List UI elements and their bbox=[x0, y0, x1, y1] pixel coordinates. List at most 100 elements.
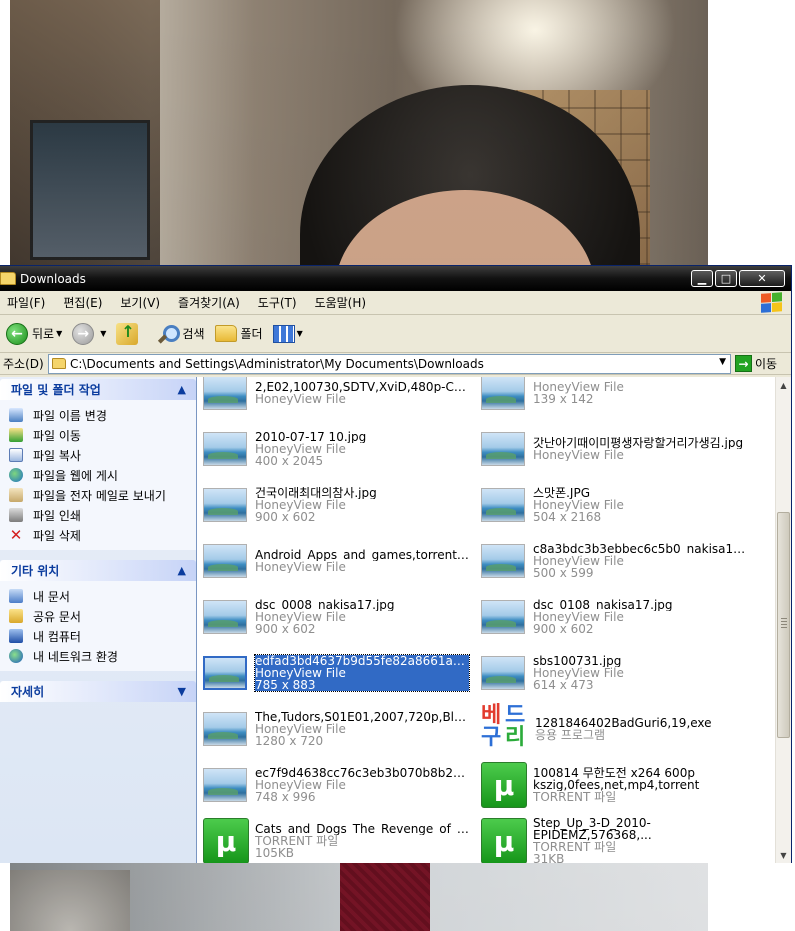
chevron-down-icon[interactable]: ▼ bbox=[178, 685, 186, 698]
file-item[interactable]: dsc_0008_nakisa17.jpg HoneyView File 900 x… bbox=[197, 589, 475, 645]
folders-icon bbox=[214, 325, 237, 342]
address-input[interactable]: C:\Documents and Settings\Administrator\… bbox=[48, 353, 731, 374]
task-publish-web[interactable]: 파일을 웹에 게시 bbox=[9, 465, 196, 485]
file-list: 2,E02,100730,SDTV,XviD,480p-Chad,... Hone… bbox=[197, 377, 775, 863]
search-label: 검색 bbox=[182, 327, 205, 341]
file-item[interactable]: The,Tudors,S01E01,2007,720p,BluRa,... Hon… bbox=[197, 701, 475, 757]
menu-view[interactable]: 보기(V) bbox=[120, 294, 160, 311]
file-text: Cats_and_Dogs_The_Revenge_of_Ki,... TORRE… bbox=[255, 823, 469, 859]
file-item[interactable]: 베 드 구 리 1281846402BadGuri6,19,exe 응용 프로그램 bbox=[475, 701, 753, 757]
chevron-down-icon[interactable]: ▼ bbox=[56, 329, 62, 338]
file-item[interactable]: Android_Apps_and_games,torrent.jpg HoneyV… bbox=[197, 533, 475, 589]
back-label: 뒤로 bbox=[32, 327, 55, 341]
close-button[interactable]: ✕ bbox=[739, 270, 785, 287]
utorrent-icon: µ bbox=[481, 818, 527, 863]
computer-icon bbox=[9, 629, 23, 643]
file-row: 건국이래최대의참사.jpg HoneyView File 900 x 602 스맛폰.… bbox=[197, 477, 775, 533]
window-title: Downloads bbox=[20, 271, 86, 286]
file-item[interactable]: 갓난아기때이미평생자랑할거리가생김.jpg HoneyView File bbox=[475, 421, 753, 477]
place-my-documents[interactable]: 내 문서 bbox=[9, 586, 196, 606]
file-size: 900 x 602 bbox=[533, 622, 594, 635]
up-button[interactable] bbox=[116, 322, 146, 345]
image-thumbnail-icon bbox=[481, 488, 525, 522]
place-shared-documents[interactable]: 공유 문서 bbox=[9, 606, 196, 626]
file-text: dsc_0008_nakisa17.jpg HoneyView File 900 x… bbox=[255, 599, 469, 635]
file-type: TORRENT 파일 bbox=[533, 840, 617, 854]
views-icon bbox=[272, 324, 295, 343]
image-thumbnail-icon bbox=[203, 768, 247, 802]
minimize-button[interactable]: ▁ bbox=[691, 270, 713, 287]
file-text: 갓난아기때이미평생자랑할거리가생김.jpg HoneyView File bbox=[533, 437, 747, 461]
rename-icon bbox=[9, 408, 23, 422]
copy-icon bbox=[9, 448, 23, 462]
vertical-scrollbar[interactable]: ▲ ▼ bbox=[775, 377, 791, 863]
file-item[interactable]: 건국이래최대의참사.jpg HoneyView File 900 x 602 bbox=[197, 477, 475, 533]
scroll-up-arrow-icon[interactable]: ▲ bbox=[776, 377, 791, 393]
file-item[interactable]: µ Cats_and_Dogs_The_Revenge_of_Ki,... TORR… bbox=[197, 813, 475, 863]
image-thumbnail-icon bbox=[203, 432, 247, 466]
file-row: µ Cats_and_Dogs_The_Revenge_of_Ki,... TORR… bbox=[197, 813, 775, 863]
file-type: HoneyView File bbox=[255, 392, 346, 405]
folder-icon bbox=[52, 358, 66, 369]
task-move[interactable]: 파일 이동 bbox=[9, 425, 196, 445]
chevron-down-icon[interactable]: ▼ bbox=[297, 329, 303, 338]
image-thumbnail-icon bbox=[203, 656, 247, 690]
place-network[interactable]: 내 네트워크 환경 bbox=[9, 646, 196, 666]
other-places-header[interactable]: 기타 위치 ▲ bbox=[0, 560, 196, 581]
task-copy[interactable]: 파일 복사 bbox=[9, 445, 196, 465]
file-item[interactable]: ec7f9d4638cc76c3eb3b070b8b271792,...Hone… bbox=[197, 757, 475, 813]
file-item[interactable]: c8a3bdc3b3ebbec6c5b0_nakisa17.jpg HoneyVi… bbox=[475, 533, 753, 589]
file-item[interactable]: µ Step_Up_3-D_2010-EPIDEMZ,576368,... TORR… bbox=[475, 813, 753, 863]
chevron-down-icon[interactable]: ▼ bbox=[719, 357, 726, 367]
image-thumbnail-icon bbox=[203, 377, 247, 410]
scroll-down-arrow-icon[interactable]: ▼ bbox=[776, 847, 791, 863]
image-thumbnail-icon bbox=[203, 600, 247, 634]
move-icon bbox=[9, 428, 23, 442]
file-text: dsc_0108_nakisa17.jpg HoneyView File 900 x… bbox=[533, 599, 747, 635]
details-header[interactable]: 자세히 ▼ bbox=[0, 681, 196, 702]
file-item[interactable]: dsc_0108_nakisa17.jpg HoneyView File 900 x… bbox=[475, 589, 753, 645]
file-tasks-header[interactable]: 파일 및 폴더 작업 ▲ bbox=[0, 379, 196, 400]
file-item[interactable]: 스맛폰.JPG HoneyView File 504 x 2168 bbox=[475, 477, 753, 533]
chevron-up-icon[interactable]: ▲ bbox=[178, 564, 186, 577]
views-button[interactable]: ▼ bbox=[272, 324, 303, 343]
chevron-up-icon[interactable]: ▲ bbox=[178, 383, 186, 396]
place-my-computer[interactable]: 내 컴퓨터 bbox=[9, 626, 196, 646]
go-button[interactable]: → 이동 bbox=[731, 355, 791, 372]
back-button[interactable]: ← 뒤로 ▼ bbox=[6, 322, 62, 345]
maximize-button[interactable]: □ bbox=[715, 270, 737, 287]
scroll-thumb[interactable] bbox=[777, 512, 790, 738]
menu-file[interactable]: 파일(F) bbox=[7, 294, 45, 311]
menu-favorites[interactable]: 즐겨찾기(A) bbox=[178, 294, 240, 311]
forward-button[interactable]: → ▼ bbox=[72, 322, 106, 345]
file-text: Step_Up_3-D_2010-EPIDEMZ,576368,... TORRE… bbox=[533, 817, 747, 863]
task-print[interactable]: 파일 인쇄 bbox=[9, 505, 196, 525]
file-item[interactable]: HoneyView File 139 x 142 bbox=[475, 377, 753, 421]
content-area: 파일 및 폴더 작업 ▲ 파일 이름 변경 파일 이동 파일 복사 파일을 웹에… bbox=[0, 377, 791, 863]
search-button[interactable]: 검색 bbox=[156, 323, 205, 345]
explorer-window: Downloads ▁ □ ✕ 파일(F) 편집(E) 보기(V) 즐겨찾기(A… bbox=[0, 265, 792, 863]
file-item[interactable]: µ 100814 무한도전 x264 600p kszig,0fees,net,m… bbox=[475, 757, 753, 813]
menu-tools[interactable]: 도구(T) bbox=[258, 294, 297, 311]
folders-button[interactable]: 폴더 bbox=[214, 325, 263, 342]
task-label: 파일을 웹에 게시 bbox=[33, 468, 118, 483]
file-item[interactable]: sbs100731.jpg HoneyView File 614 x 473 bbox=[475, 645, 753, 701]
panel-title: 기타 위치 bbox=[11, 564, 60, 578]
other-places-panel: 기타 위치 ▲ 내 문서 공유 문서 내 컴퓨터 내 네트워크 환경 bbox=[0, 560, 196, 671]
delete-x-icon: ✕ bbox=[9, 526, 23, 544]
file-item[interactable]: 2010-07-17 10.jpg HoneyView File 400 x 204… bbox=[197, 421, 475, 477]
file-row: ec7f9d4638cc76c3eb3b070b8b271792,...Hone… bbox=[197, 757, 775, 813]
title-bar[interactable]: Downloads ▁ □ ✕ bbox=[0, 266, 791, 291]
file-name: Step_Up_3-D_2010-EPIDEMZ,576368,... bbox=[533, 817, 652, 841]
chevron-down-icon[interactable]: ▼ bbox=[100, 329, 106, 338]
task-delete[interactable]: ✕ 파일 삭제 bbox=[9, 525, 196, 545]
file-item[interactable]: 2,E02,100730,SDTV,XviD,480p-Chad,... Hone… bbox=[197, 377, 475, 421]
image-thumbnail-icon bbox=[203, 712, 247, 746]
task-rename[interactable]: 파일 이름 변경 bbox=[9, 405, 196, 425]
task-label: 파일 삭제 bbox=[33, 528, 81, 543]
menu-help[interactable]: 도움말(H) bbox=[315, 294, 367, 311]
panel-title: 파일 및 폴더 작업 bbox=[11, 383, 101, 397]
file-item[interactable]: edfad3bd4637b9d55fe82a8661aeba83,...Hone… bbox=[197, 645, 475, 701]
menu-edit[interactable]: 편집(E) bbox=[63, 294, 102, 311]
task-email[interactable]: 파일을 전자 메일로 보내기 bbox=[9, 485, 196, 505]
